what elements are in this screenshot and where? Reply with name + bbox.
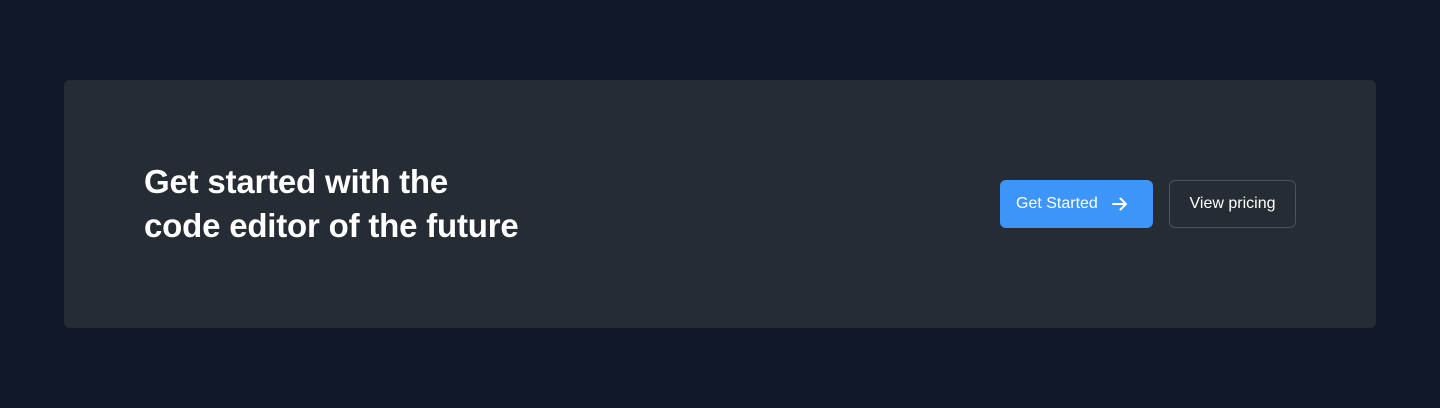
cta-heading: Get started with the code editor of the … xyxy=(144,160,574,248)
get-started-button[interactable]: Get Started xyxy=(1000,180,1153,228)
cta-heading-line-1: Get started with the xyxy=(144,163,449,200)
arrow-right-icon xyxy=(1110,194,1130,214)
cta-card: Get started with the code editor of the … xyxy=(64,80,1376,328)
cta-actions: Get Started View pricing xyxy=(1000,180,1296,228)
cta-heading-line-2: code editor of the future xyxy=(144,207,519,244)
view-pricing-button[interactable]: View pricing xyxy=(1169,180,1296,228)
view-pricing-label: View pricing xyxy=(1189,195,1276,212)
get-started-label: Get Started xyxy=(1016,195,1098,212)
